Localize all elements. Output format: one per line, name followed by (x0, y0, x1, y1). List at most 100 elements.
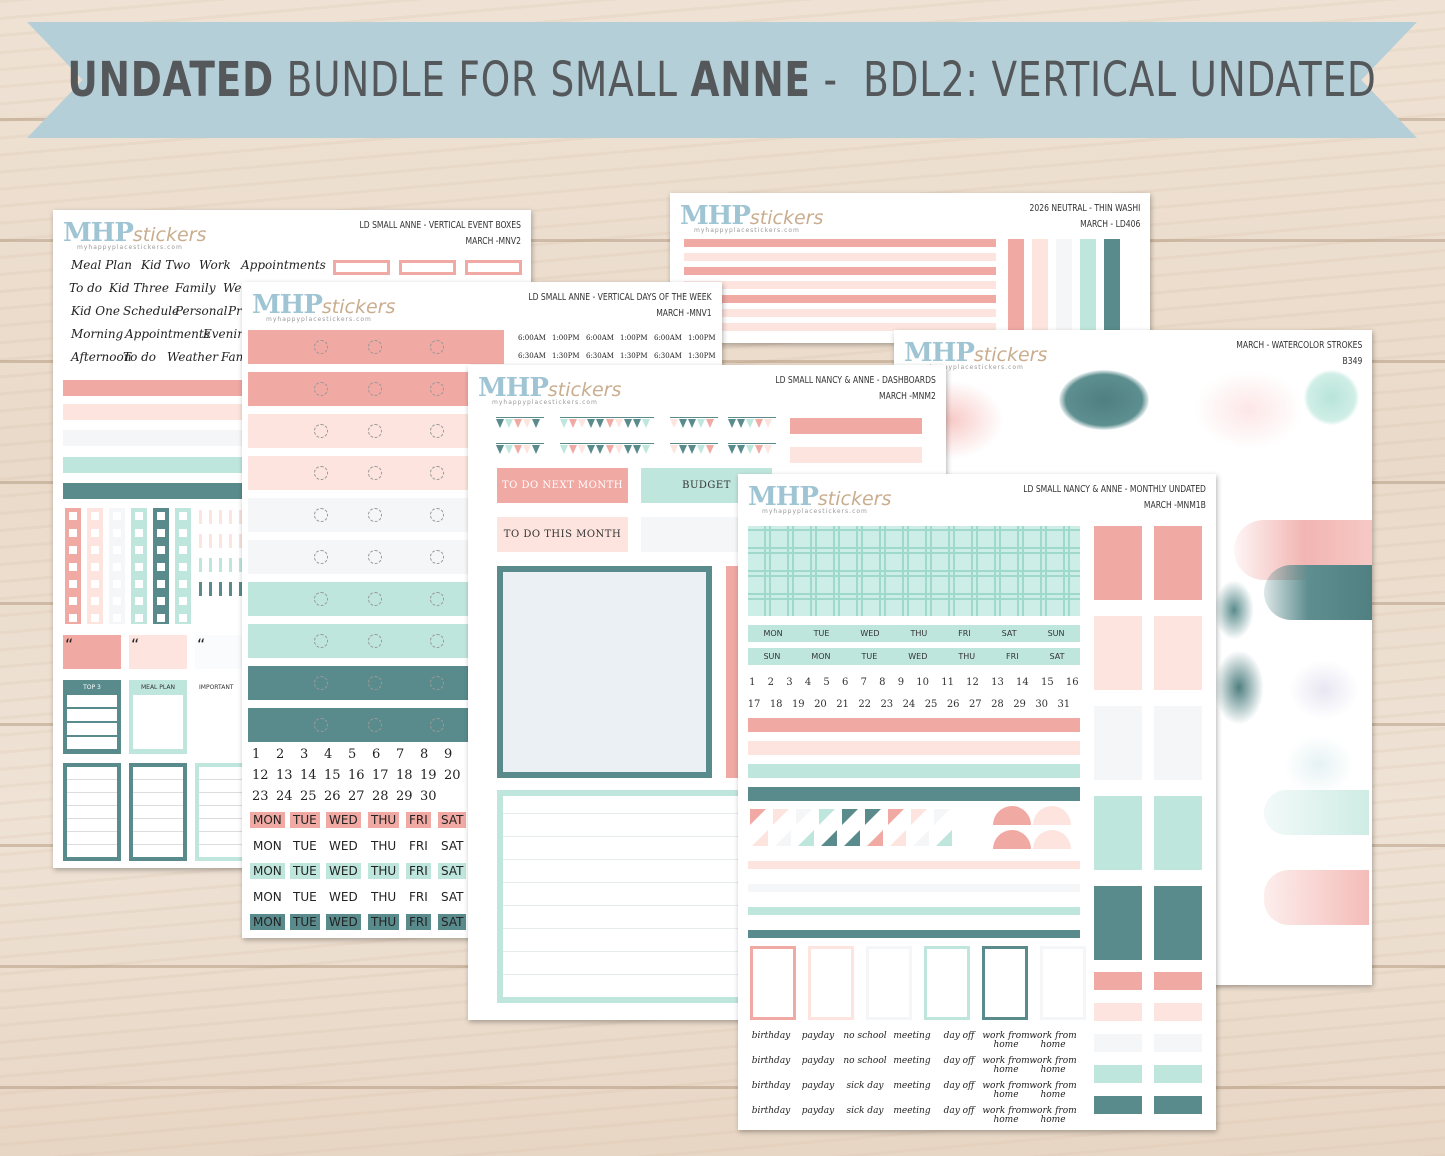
side-block (1154, 616, 1202, 690)
bunting-flag (642, 419, 650, 428)
word-sticker: Family (175, 281, 216, 295)
washi-strip (63, 380, 253, 396)
number-sticker: 8 (420, 747, 429, 762)
weekday-row-mon-start: MON TUE WED THU FRI SAT SUN (748, 625, 1080, 642)
weekday-sticker: MON (250, 914, 285, 930)
calendar-cell: 2 (767, 676, 775, 688)
weekday-sticker: MON (250, 888, 285, 905)
washi-strip (748, 764, 1080, 778)
bunting-sticker (560, 417, 608, 431)
event-word: sick day (846, 1081, 884, 1091)
triangle-sticker (867, 830, 883, 846)
bunting-flag (670, 445, 678, 454)
bunting-sticker (606, 443, 654, 457)
label-to-do-this-month: TO DO THIS MONTH (497, 517, 628, 552)
weekday-sticker: SAT (438, 837, 467, 854)
checkbox-strip (199, 582, 245, 596)
calendar-cell: 8 (879, 676, 886, 688)
checkbox-strip (109, 508, 125, 624)
number-sticker: 15 (324, 768, 341, 783)
day-strip (248, 582, 504, 616)
time-label: 1:30PM (688, 352, 716, 360)
checkbox-circle (368, 508, 382, 522)
calendar-cell: 18 (769, 698, 783, 710)
bunting-flag (697, 419, 705, 428)
word-sticker: To do (123, 350, 157, 364)
vertical-washi (1056, 239, 1072, 343)
bunting-flag (706, 445, 714, 454)
event-word: payday (801, 1106, 835, 1116)
bunting-flag (606, 419, 614, 428)
event-word: no school (843, 1056, 887, 1066)
weekday-sticker: FRI (406, 888, 431, 905)
washi-strip (748, 787, 1080, 801)
number-sticker: 25 (300, 789, 317, 804)
calendar-cell: 30 (1035, 698, 1049, 710)
weekday-sticker: WED (326, 863, 361, 879)
quote-box: “ (63, 635, 121, 669)
word-sticker: Schedule (123, 304, 180, 318)
bunting-sticker (728, 417, 776, 431)
bunting-flag (746, 419, 754, 428)
number-sticker: 12 (252, 768, 269, 783)
side-strip (1094, 1096, 1142, 1114)
bunting-flag (764, 419, 772, 428)
banner-title-bold: UNDATED (67, 52, 274, 108)
number-sticker: 13 (276, 768, 293, 783)
event-word: work from home (1029, 1106, 1077, 1125)
calendar-cell: 25 (924, 698, 938, 710)
number-sticker: 20 (444, 768, 461, 783)
watercolor-blob (1304, 370, 1359, 425)
weekday-sticker: TUE (290, 863, 320, 879)
checkbox-circle (314, 340, 328, 354)
checkbox-circle (368, 340, 382, 354)
checkbox-circle (314, 634, 328, 648)
number-sticker: 28 (372, 789, 389, 804)
bunting-flag (633, 445, 641, 454)
side-strip (1094, 1034, 1142, 1052)
bunting-sticker (670, 443, 718, 457)
triangle-sticker (890, 830, 906, 846)
bunting-sticker (670, 417, 718, 431)
weekday-sticker: FRI (406, 863, 431, 879)
triangle-sticker (842, 809, 858, 825)
time-label: 6:00AM (518, 334, 546, 342)
calendar-cell: 15 (1040, 676, 1054, 688)
bunting-flag (737, 419, 745, 428)
vertical-washi (1104, 239, 1120, 343)
triangle-sticker (934, 809, 950, 825)
calendar-cell: 26 (946, 698, 960, 710)
bunting-flag (728, 419, 736, 428)
event-word: work from home (982, 1106, 1030, 1125)
triangle-sticker (773, 809, 789, 825)
frame-box (63, 763, 121, 861)
side-block (1094, 796, 1142, 870)
side-strip (1154, 1096, 1202, 1114)
checkbox-circle (368, 718, 382, 732)
calendar-cell: 10 (916, 676, 930, 688)
calendar-cell: THU (910, 629, 928, 638)
calendar-cell: SAT (1001, 629, 1017, 638)
word-sticker: Weather (167, 350, 218, 364)
event-word: payday (801, 1056, 835, 1066)
time-label: 6:00AM (654, 334, 682, 342)
weekday-sticker: SAT (438, 812, 467, 828)
vertical-washi (1032, 239, 1048, 343)
dashboard-frame (497, 566, 712, 778)
washi-strip (63, 483, 253, 499)
bunting-flag (679, 445, 687, 454)
washi-strip (790, 418, 922, 434)
word-sticker: Appointments (241, 258, 326, 272)
sheet-header: LD SMALL NANCY & ANNE - DASHBOARDS MARCH … (775, 375, 936, 402)
side-strip (1094, 972, 1142, 990)
checkbox-circle (368, 466, 382, 480)
calendar-cell: 6 (841, 676, 849, 688)
bunting-sticker (606, 417, 654, 431)
event-box (465, 260, 522, 275)
triangle-sticker (750, 809, 766, 825)
day-strip: to do (248, 708, 504, 742)
banner-title-end: - BDL2: VERTICAL UNDATED (810, 52, 1377, 108)
calendar-cell: 28 (991, 698, 1004, 710)
event-word: work from home (982, 1031, 1030, 1050)
event-word: day off (943, 1031, 975, 1041)
